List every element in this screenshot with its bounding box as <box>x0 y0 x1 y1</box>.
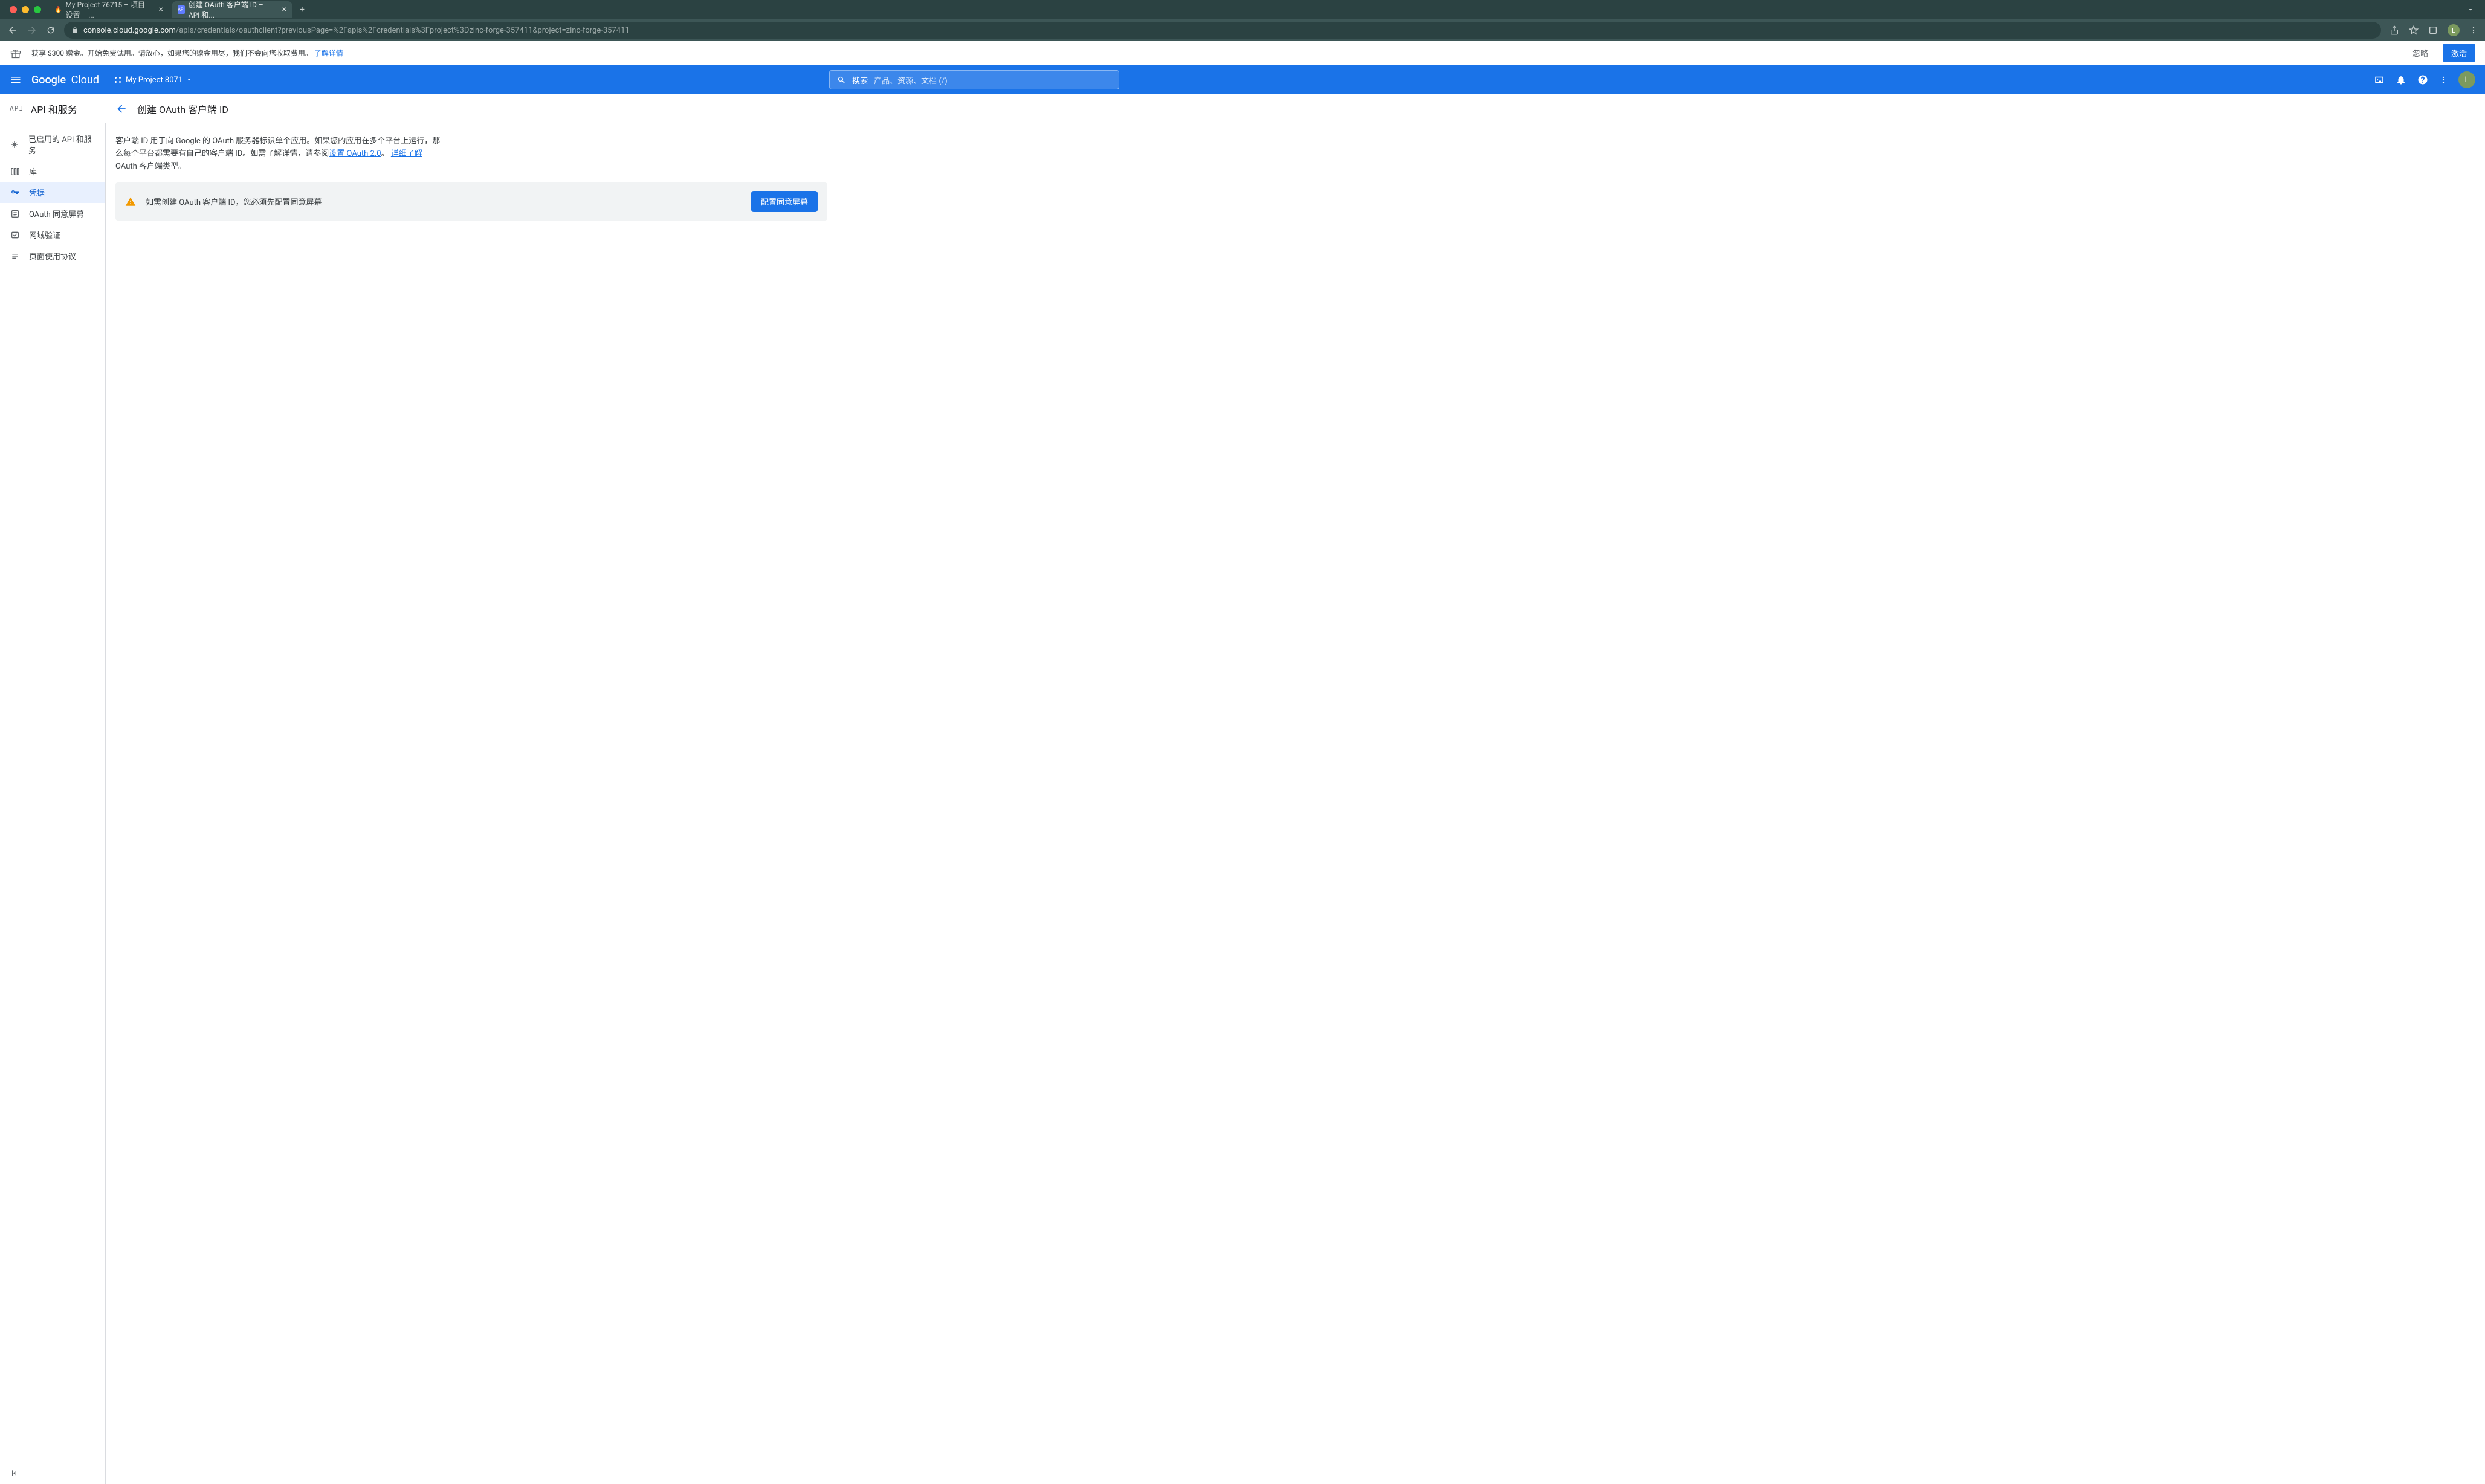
tabs-dropdown-icon[interactable] <box>2461 6 2480 13</box>
tab-favicon: API <box>178 5 185 14</box>
header-actions: L <box>2374 71 2475 88</box>
nav-oauth-consent[interactable]: OAuth 同意屏幕 <box>0 203 105 224</box>
promo-text: 获享 $300 赠金。开始免费试用。请放心，如果您的赠金用尽，我们不会向您收取费… <box>31 48 2403 58</box>
verified-icon <box>10 230 21 240</box>
nav-enabled-apis[interactable]: 已启用的 API 和服务 <box>0 128 105 161</box>
browser-forward-button[interactable] <box>27 25 37 36</box>
gift-icon <box>10 47 22 59</box>
window-minimize[interactable] <box>22 6 29 13</box>
new-tab-button[interactable]: + <box>295 5 309 15</box>
browser-tab-1[interactable]: API 创建 OAuth 客户端 ID – API 和... × <box>172 1 292 18</box>
alert-text: 如需创建 OAuth 客户端 ID，您必须先配置同意屏幕 <box>146 196 742 207</box>
promo-activate-button[interactable]: 激活 <box>2443 44 2475 62</box>
browser-tab-0[interactable]: 🔥 My Project 76715 – 项目设置 – ... × <box>48 1 169 18</box>
nav-label: 已启用的 API 和服务 <box>28 133 95 156</box>
tab-title: My Project 76715 – 项目设置 – ... <box>65 0 151 20</box>
sub-header: API API 和服务 创建 OAuth 客户端 ID <box>0 94 2485 123</box>
share-icon[interactable] <box>2390 25 2399 35</box>
nav-label: OAuth 同意屏幕 <box>29 208 84 219</box>
browser-action-icons: L <box>2390 24 2478 36</box>
project-icon <box>114 76 122 84</box>
terms-icon <box>10 251 21 262</box>
address-bar: console.cloud.google.com/apis/credential… <box>0 19 2485 41</box>
nav-credentials[interactable]: 凭据 <box>0 182 105 203</box>
tab-close-icon[interactable]: × <box>282 5 286 15</box>
warning-icon <box>125 196 136 207</box>
nav-list: 已启用的 API 和服务 库 凭据 OAuth 同意屏幕 网域验证 页面使用协议 <box>0 123 105 1462</box>
section-title: API 和服务 <box>31 102 77 116</box>
nav-label: 凭据 <box>29 187 45 198</box>
page-title: 创建 OAuth 客户端 ID <box>137 102 228 116</box>
nav-label: 网域验证 <box>29 229 60 240</box>
search-placeholder: 产品、资源、文档 (/) <box>874 74 948 86</box>
lock-icon <box>71 27 79 34</box>
window-close[interactable] <box>10 6 17 13</box>
browser-chrome: 🔥 My Project 76715 – 项目设置 – ... × API 创建… <box>0 0 2485 41</box>
tab-favicon: 🔥 <box>54 5 62 14</box>
search-label: 搜索 <box>852 74 868 86</box>
google-cloud-logo[interactable]: Google Cloud <box>31 74 99 86</box>
hamburger-menu-icon[interactable] <box>10 74 22 86</box>
bookmark-icon[interactable] <box>2409 25 2419 35</box>
promo-link[interactable]: 了解详情 <box>314 49 343 57</box>
tab-close-icon[interactable]: × <box>159 5 163 15</box>
tab-bar: 🔥 My Project 76715 – 项目设置 – ... × API 创建… <box>0 0 2485 19</box>
nav-label: 库 <box>29 166 37 177</box>
project-selector[interactable]: My Project 8071 <box>109 73 197 87</box>
chevron-down-icon <box>186 77 192 83</box>
dashboard-icon <box>10 139 20 150</box>
browser-profile-avatar[interactable]: L <box>2448 24 2460 36</box>
main-header: Google Cloud My Project 8071 搜索 产品、资源、文档… <box>0 65 2485 94</box>
browser-reload-button[interactable] <box>46 25 56 35</box>
consent-icon <box>10 208 21 219</box>
window-maximize[interactable] <box>34 6 41 13</box>
oauth-setup-link[interactable]: 设置 OAuth 2.0 <box>329 149 381 158</box>
notifications-icon[interactable] <box>2396 74 2406 85</box>
promo-banner: 获享 $300 赠金。开始免费试用。请放心，如果您的赠金用尽，我们不会向您收取费… <box>0 41 2485 65</box>
section-header: API API 和服务 <box>0 102 106 116</box>
browser-menu-icon[interactable] <box>2469 26 2478 34</box>
description-text: 客户端 ID 用于向 Google 的 OAuth 服务器标识单个应用。如果您的… <box>115 135 442 173</box>
api-badge-icon: API <box>10 105 24 112</box>
back-arrow-button[interactable] <box>115 103 128 115</box>
library-icon <box>10 166 21 177</box>
consent-alert: 如需创建 OAuth 客户端 ID，您必须先配置同意屏幕 配置同意屏幕 <box>115 182 827 221</box>
window-controls <box>5 6 46 13</box>
search-input[interactable]: 搜索 产品、资源、文档 (/) <box>829 70 1119 89</box>
url-input[interactable]: console.cloud.google.com/apis/credential… <box>64 22 2381 39</box>
user-avatar[interactable]: L <box>2458 71 2475 88</box>
sidebar-collapse-button[interactable] <box>0 1462 105 1484</box>
configure-consent-button[interactable]: 配置同意屏幕 <box>751 191 818 212</box>
help-icon[interactable] <box>2417 74 2428 85</box>
url-domain: console.cloud.google.com <box>83 26 176 35</box>
learn-more-link[interactable]: 详细了解 <box>391 149 422 158</box>
tab-title: 创建 OAuth 客户端 ID – API 和... <box>189 0 275 20</box>
project-name: My Project 8071 <box>126 76 183 85</box>
nav-label: 页面使用协议 <box>29 250 76 262</box>
chevron-left-icon <box>10 1468 19 1478</box>
page-header: 创建 OAuth 客户端 ID <box>106 102 238 116</box>
sidebar: 已启用的 API 和服务 库 凭据 OAuth 同意屏幕 网域验证 页面使用协议 <box>0 123 106 1484</box>
nav-page-usage[interactable]: 页面使用协议 <box>0 245 105 266</box>
key-icon <box>10 187 21 198</box>
browser-back-button[interactable] <box>7 25 18 36</box>
search-icon <box>837 76 846 85</box>
nav-domain-verification[interactable]: 网域验证 <box>0 224 105 245</box>
nav-library[interactable]: 库 <box>0 161 105 182</box>
main-content: 客户端 ID 用于向 Google 的 OAuth 服务器标识单个应用。如果您的… <box>106 123 837 1484</box>
body: 已启用的 API 和服务 库 凭据 OAuth 同意屏幕 网域验证 页面使用协议 <box>0 123 2485 1484</box>
more-icon[interactable] <box>2439 76 2448 84</box>
promo-skip-button[interactable]: 忽略 <box>2412 47 2428 59</box>
url-path: /apis/credentials/oauthclient?previousPa… <box>176 26 630 35</box>
console-icon[interactable] <box>2374 74 2385 85</box>
extensions-icon[interactable] <box>2428 25 2438 35</box>
